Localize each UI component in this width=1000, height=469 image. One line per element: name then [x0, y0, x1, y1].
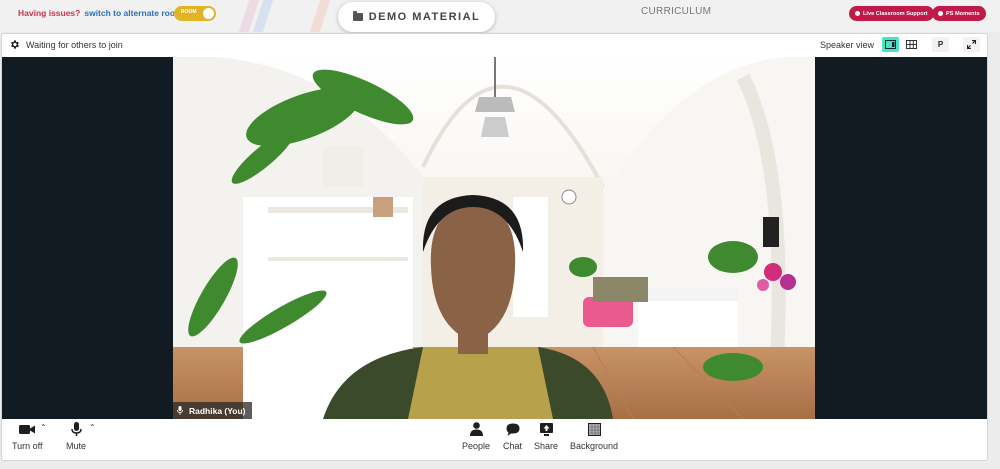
share-label: Share — [534, 441, 559, 451]
background-label: Background — [570, 441, 619, 451]
moments-icon — [938, 11, 943, 16]
switch-room-link[interactable]: switch to alternate room — [84, 8, 182, 18]
camera-toggle-button[interactable]: Turn off — [12, 420, 43, 451]
meeting-header: Waiting for others to join Speaker view … — [2, 34, 987, 56]
fullscreen-button[interactable] — [963, 37, 980, 52]
live-support-button[interactable]: Live Classroom Support — [849, 6, 934, 21]
chat-icon — [506, 423, 519, 436]
participant-name: Radhika (You) — [189, 405, 246, 416]
folder-icon — [352, 11, 363, 21]
gear-icon[interactable] — [9, 39, 20, 50]
speaker-layout-icon — [885, 40, 896, 49]
top-bar: Having issues? switch to alternate room … — [0, 0, 1000, 32]
chat-label: Chat — [503, 441, 523, 451]
issues-text: Having issues? — [18, 8, 81, 18]
meeting-panel: Waiting for others to join Speaker view … — [1, 33, 988, 461]
people-label: People — [462, 441, 491, 451]
ps-moments-label: PS Moments — [946, 10, 980, 17]
expand-icon — [967, 40, 976, 49]
room-toggle[interactable]: ROOM — [174, 6, 216, 21]
grid-layout-icon — [906, 40, 917, 49]
chevron-down-icon[interactable]: ⌃ — [40, 423, 47, 432]
room-toggle-label: ROOM — [181, 9, 197, 15]
share-button[interactable]: Share — [534, 420, 558, 451]
speaker-view-button[interactable] — [882, 37, 899, 52]
support-icon — [855, 11, 860, 16]
meeting-controls: Turn off ⌃ Mute ⌃ People Chat Share Back… — [2, 420, 987, 461]
demo-material-button[interactable]: DEMO MATERIAL — [338, 2, 495, 32]
background-button[interactable]: Background — [570, 420, 618, 451]
decor-stripe — [309, 0, 331, 32]
participant-video: Radhika (You) — [173, 57, 815, 419]
camera-label: Turn off — [12, 441, 43, 451]
mute-label: Mute — [66, 441, 87, 451]
connection-issues: Having issues? switch to alternate room — [18, 8, 183, 18]
curriculum-link[interactable]: CURRICULUM — [641, 6, 711, 17]
video-stage: Radhika (You) — [2, 57, 987, 419]
camera-icon — [19, 424, 36, 434]
background-icon — [587, 422, 601, 436]
demo-material-label: DEMO MATERIAL — [368, 11, 481, 23]
live-support-label: Live Classroom Support — [863, 10, 928, 17]
share-icon — [539, 422, 553, 436]
gallery-view-button[interactable] — [903, 37, 920, 52]
speaker-view-label: Speaker view — [820, 40, 875, 50]
microphone-icon — [177, 406, 183, 415]
p-button[interactable]: P — [932, 37, 949, 52]
ps-moments-button[interactable]: PS Moments — [932, 6, 986, 21]
toggle-knob — [203, 8, 214, 19]
microphone-icon — [70, 421, 82, 436]
participant-name-tag: Radhika (You) — [173, 402, 252, 419]
meeting-status: Waiting for others to join — [26, 40, 123, 50]
video-feed — [173, 57, 815, 419]
people-icon — [469, 422, 483, 436]
mute-button[interactable]: Mute — [66, 420, 86, 451]
chevron-down-icon[interactable]: ⌃ — [89, 423, 96, 432]
chat-button[interactable]: Chat — [503, 420, 522, 451]
people-button[interactable]: People — [462, 420, 490, 451]
